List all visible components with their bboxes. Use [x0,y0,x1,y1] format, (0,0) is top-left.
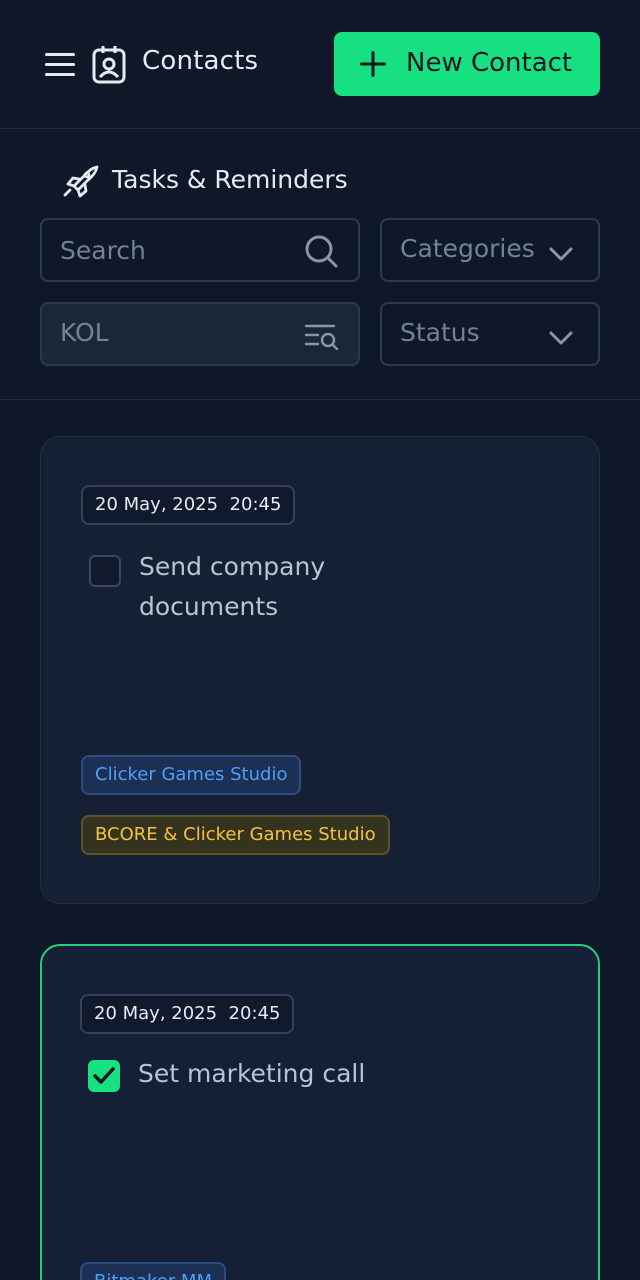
task-title: Set marketing call [138,1059,366,1088]
task-tag[interactable]: Bitmaker MM [80,1262,227,1280]
task-checkbox-checked[interactable] [88,1060,120,1092]
search-field[interactable] [40,218,360,282]
top-bar: Contacts New Contact [0,0,640,129]
status-select[interactable]: Status [380,302,600,366]
filter-search-icon [304,322,340,356]
search-icon [302,232,340,276]
new-contact-label: New Contact [406,48,573,78]
categories-select[interactable]: Categories [380,218,600,282]
rocket-icon [60,160,100,200]
new-contact-button[interactable]: New Contact [334,32,600,96]
task-title: Send company documents [139,552,326,621]
task-tag[interactable]: Clicker Games Studio [81,755,302,795]
chevron-down-icon [548,324,574,353]
contacts-icon [90,44,128,84]
task-tag[interactable]: BCORE & Clicker Games Studio [81,815,390,855]
plus-icon [358,49,388,79]
section-title: Tasks & Reminders [112,165,348,194]
menu-icon[interactable] [42,48,78,80]
task-card-selected[interactable]: 20 May, 2025 20:45 Set marketing call Bi… [40,944,600,1280]
kol-value: KOL [60,318,109,347]
status-label: Status [400,318,480,347]
task-card[interactable]: 20 May, 2025 20:45 Send company document… [40,436,600,904]
page-title: Contacts [142,46,259,76]
chevron-down-icon [548,240,574,269]
task-date-badge: 20 May, 2025 20:45 [81,485,296,525]
task-date-badge: 20 May, 2025 20:45 [80,994,295,1034]
check-icon [93,1067,115,1084]
categories-label: Categories [400,234,535,263]
kol-filter-field[interactable]: KOL [40,302,360,366]
task-checkbox[interactable] [89,555,121,587]
